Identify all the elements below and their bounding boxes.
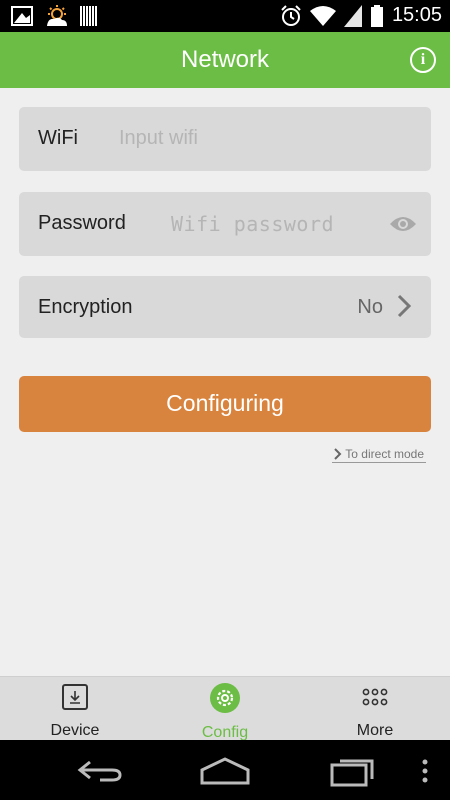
status-right-icons: 15:05	[280, 4, 442, 27]
device-icon	[62, 684, 88, 710]
wifi-label: WiFi	[38, 127, 78, 149]
battery-icon	[370, 4, 383, 27]
page-title: Network	[180, 46, 270, 73]
encryption-row[interactable]: Encryption No	[19, 276, 431, 338]
direct-mode-label: To direct mode	[345, 447, 424, 461]
gear-icon	[210, 683, 240, 713]
app-bar: Network i	[0, 32, 450, 88]
password-field[interactable]: Password Wifi password	[19, 192, 431, 256]
encryption-label: Encryption	[38, 296, 133, 318]
back-icon[interactable]	[76, 758, 124, 784]
bottom-tab-bar: Device Config More	[0, 676, 450, 741]
wifi-field[interactable]: WiFi Input wifi	[19, 107, 431, 171]
tab-more[interactable]: More	[300, 683, 450, 740]
tab-device-label: Device	[50, 722, 100, 739]
recent-apps-icon[interactable]	[328, 755, 376, 787]
alarm-icon	[281, 4, 301, 26]
status-left-icons	[10, 5, 98, 27]
home-icon[interactable]	[198, 756, 252, 786]
system-nav-bar	[0, 740, 450, 800]
overflow-menu-icon[interactable]	[420, 758, 430, 784]
wifi-input[interactable]: Input wifi	[119, 127, 198, 150]
info-icon[interactable]: i	[410, 47, 436, 73]
status-time: 15:05	[391, 4, 442, 26]
direct-mode-link[interactable]: To direct mode	[332, 447, 426, 463]
barcode-icon	[80, 6, 97, 26]
tab-device[interactable]: Device	[0, 683, 150, 740]
chevron-right-small-icon	[334, 448, 342, 460]
weather-icon	[47, 5, 67, 26]
configuring-button[interactable]: Configuring	[19, 376, 431, 432]
screenshot-notification-icon	[11, 6, 33, 26]
encryption-value: No	[357, 296, 383, 318]
wifi-signal-icon	[309, 5, 336, 26]
tab-more-label: More	[356, 722, 394, 739]
grid-dots-icon	[362, 688, 388, 706]
tab-config[interactable]: Config	[150, 683, 300, 742]
password-input[interactable]: Wifi password	[171, 212, 334, 236]
chevron-right-icon	[397, 294, 411, 318]
status-bar: 15:05	[0, 0, 450, 32]
password-label: Password	[38, 212, 126, 234]
cell-signal-icon	[343, 4, 362, 27]
eye-icon[interactable]	[389, 213, 417, 235]
